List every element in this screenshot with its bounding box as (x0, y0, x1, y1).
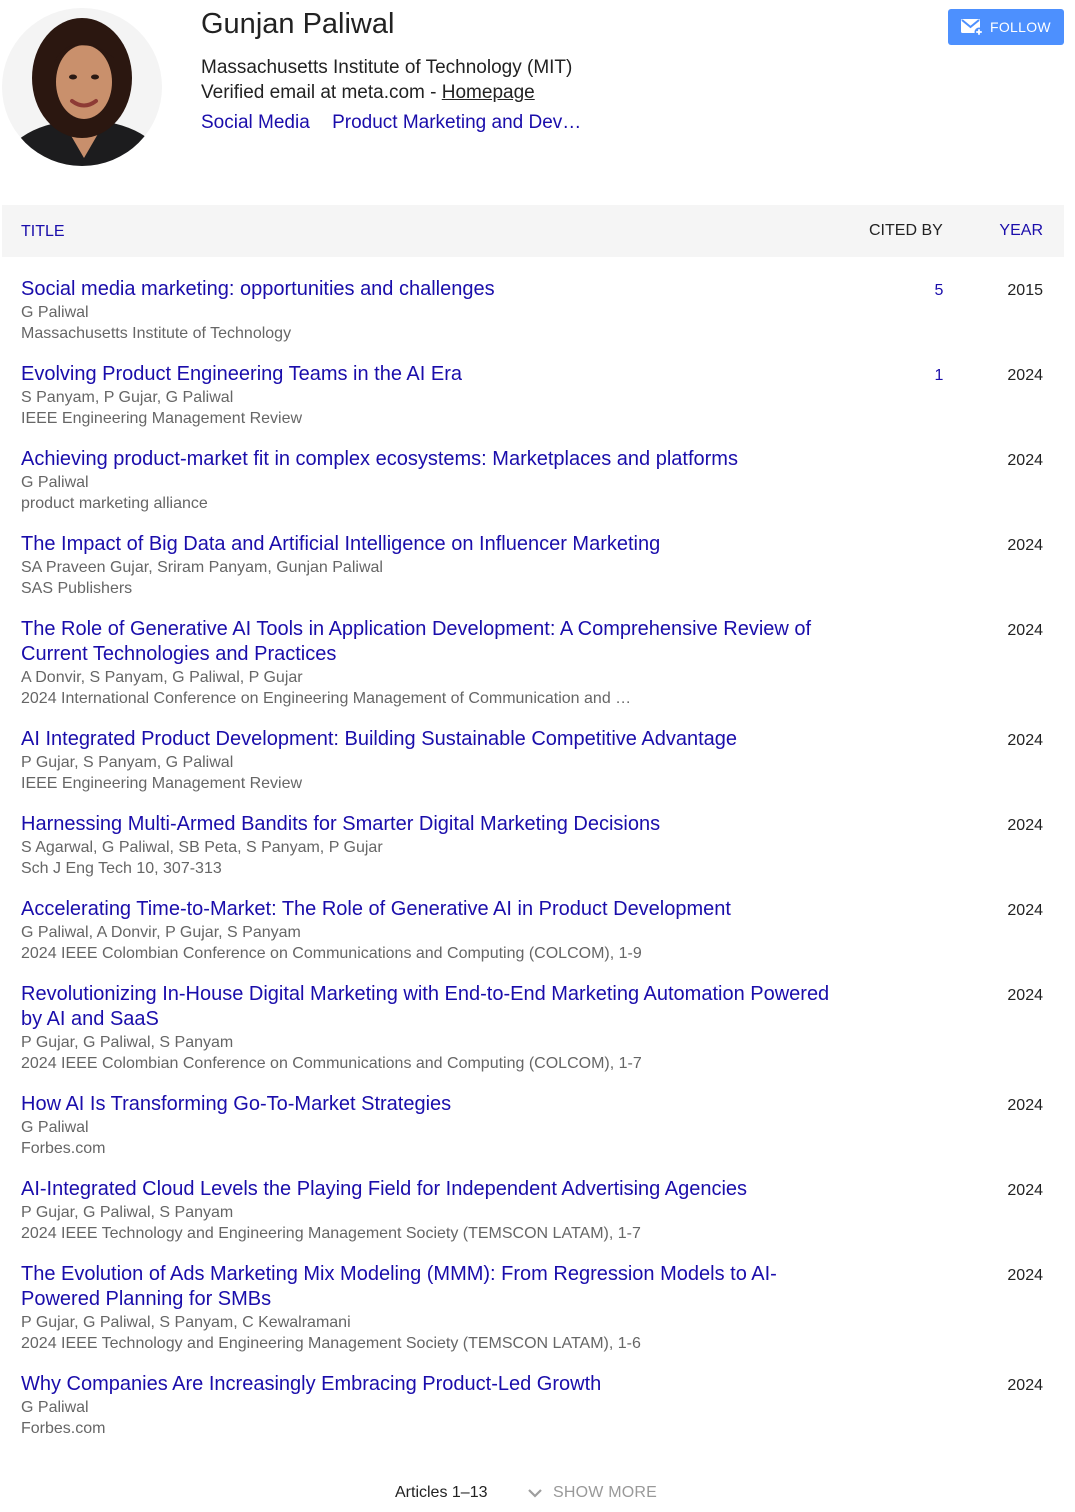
article-venue: 2024 IEEE Colombian Conference on Commun… (21, 1055, 642, 1072)
table-row: Achieving product-market fit in complex … (21, 447, 1043, 532)
table-row: AI-Integrated Cloud Levels the Playing F… (21, 1177, 1043, 1262)
interest-link-social-media[interactable]: Social Media (201, 112, 310, 133)
article-authors: P Gujar, S Panyam, G Paliwal (21, 754, 234, 771)
cited-by-count-link[interactable]: 1 (934, 367, 944, 385)
article-venue: 2024 International Conference on Enginee… (21, 690, 632, 707)
follow-button[interactable]: FOLLOW (948, 9, 1064, 45)
article-venue: Forbes.com (21, 1140, 106, 1157)
article-year: 2024 (1007, 622, 1043, 639)
article-year: 2024 (1007, 1377, 1043, 1394)
articles-count: Articles 1–13 (395, 1484, 488, 1501)
article-title-link[interactable]: AI-Integrated Cloud Levels the Playing F… (21, 1177, 836, 1202)
article-venue: IEEE Engineering Management Review (21, 410, 303, 427)
table-row: Accelerating Time-to-Market: The Role of… (21, 897, 1043, 982)
article-authors: P Gujar, G Paliwal, S Panyam (21, 1204, 234, 1221)
article-venue: Sch J Eng Tech 10, 307-313 (21, 860, 222, 877)
cited-by-header: CITED BY (869, 222, 943, 239)
article-authors: P Gujar, G Paliwal, S Panyam (21, 1034, 234, 1051)
article-year: 2024 (1007, 452, 1043, 469)
article-year: 2024 (1007, 1182, 1043, 1199)
article-title-link[interactable]: Social media marketing: opportunities an… (21, 277, 836, 302)
article-title-link[interactable]: The Evolution of Ads Marketing Mix Model… (21, 1262, 836, 1312)
follow-label: FOLLOW (990, 19, 1051, 35)
article-title-link[interactable]: How AI Is Transforming Go-To-Market Stra… (21, 1092, 836, 1117)
verified-email-text: Verified email at meta.com - (201, 82, 442, 103)
profile-photo (2, 8, 162, 166)
article-year: 2024 (1007, 367, 1043, 384)
article-authors: G Paliwal (21, 304, 89, 321)
avatar (2, 8, 162, 166)
homepage-link[interactable]: Homepage (442, 82, 535, 103)
article-title-link[interactable]: Revolutionizing In-House Digital Marketi… (21, 982, 836, 1032)
article-title-link[interactable]: Accelerating Time-to-Market: The Role of… (21, 897, 836, 922)
articles-list: Social media marketing: opportunities an… (21, 277, 1043, 1457)
affiliation: Massachusetts Institute of Technology (M… (201, 57, 573, 78)
article-title-link[interactable]: AI Integrated Product Development: Build… (21, 727, 836, 752)
sort-by-title-link[interactable]: TITLE (21, 223, 65, 241)
table-row: How AI Is Transforming Go-To-Market Stra… (21, 1092, 1043, 1177)
article-year: 2024 (1007, 902, 1043, 919)
table-row: The Evolution of Ads Marketing Mix Model… (21, 1262, 1043, 1372)
show-more-button[interactable]: SHOW MORE (527, 1484, 657, 1502)
table-row: AI Integrated Product Development: Build… (21, 727, 1043, 812)
article-authors: P Gujar, G Paliwal, S Panyam, C Kewalram… (21, 1314, 351, 1331)
mail-plus-icon (960, 17, 984, 37)
article-year: 2024 (1007, 1267, 1043, 1284)
article-venue: Massachusetts Institute of Technology (21, 325, 292, 342)
article-year: 2024 (1007, 537, 1043, 554)
article-title-link[interactable]: Why Companies Are Increasingly Embracing… (21, 1372, 836, 1397)
article-venue: 2024 IEEE Technology and Engineering Man… (21, 1225, 641, 1242)
profile-name: Gunjan Paliwal (201, 8, 395, 40)
articles-table-header: TITLE CITED BY YEAR (2, 205, 1064, 257)
article-title-link[interactable]: Harnessing Multi-Armed Bandits for Smart… (21, 812, 836, 837)
article-year: 2024 (1007, 732, 1043, 749)
article-venue: IEEE Engineering Management Review (21, 775, 303, 792)
article-year: 2024 (1007, 1097, 1043, 1114)
article-title-link[interactable]: Achieving product-market fit in complex … (21, 447, 836, 472)
article-title-link[interactable]: The Impact of Big Data and Artificial In… (21, 532, 836, 557)
cited-by-count-link[interactable]: 5 (934, 282, 944, 300)
table-row: Evolving Product Engineering Teams in th… (21, 362, 1043, 447)
article-year: 2024 (1007, 987, 1043, 1004)
article-year: 2024 (1007, 817, 1043, 834)
table-row: The Role of Generative AI Tools in Appli… (21, 617, 1043, 727)
article-venue: product marketing alliance (21, 495, 208, 512)
table-row: Harnessing Multi-Armed Bandits for Smart… (21, 812, 1043, 897)
table-row: Revolutionizing In-House Digital Marketi… (21, 982, 1043, 1092)
sort-by-year-link[interactable]: YEAR (999, 222, 1043, 240)
verified-email: Verified email at meta.com - Homepage (201, 81, 535, 105)
show-more-label: SHOW MORE (553, 1484, 658, 1501)
interest-link-product-marketing[interactable]: Product Marketing and Dev… (332, 112, 581, 133)
article-venue: Forbes.com (21, 1420, 106, 1437)
article-authors: G Paliwal (21, 1399, 89, 1416)
table-row: Why Companies Are Increasingly Embracing… (21, 1372, 1043, 1457)
article-authors: G Paliwal, A Donvir, P Gujar, S Panyam (21, 924, 301, 941)
article-authors: S Panyam, P Gujar, G Paliwal (21, 389, 234, 406)
research-interests: Social Media Product Marketing and Dev… (201, 111, 598, 135)
table-row: Social media marketing: opportunities an… (21, 277, 1043, 362)
chevron-down-icon (527, 1485, 543, 1501)
table-row: The Impact of Big Data and Artificial In… (21, 532, 1043, 617)
article-authors: G Paliwal (21, 1119, 89, 1136)
article-authors: A Donvir, S Panyam, G Paliwal, P Gujar (21, 669, 303, 686)
article-authors: SA Praveen Gujar, Sriram Panyam, Gunjan … (21, 559, 383, 576)
article-venue: 2024 IEEE Technology and Engineering Man… (21, 1335, 641, 1352)
article-title-link[interactable]: Evolving Product Engineering Teams in th… (21, 362, 836, 387)
article-authors: S Agarwal, G Paliwal, SB Peta, S Panyam,… (21, 839, 383, 856)
article-authors: G Paliwal (21, 474, 89, 491)
article-venue: 2024 IEEE Colombian Conference on Commun… (21, 945, 642, 962)
article-year: 2015 (1007, 282, 1043, 299)
article-venue: SAS Publishers (21, 580, 133, 597)
article-title-link[interactable]: The Role of Generative AI Tools in Appli… (21, 617, 836, 667)
